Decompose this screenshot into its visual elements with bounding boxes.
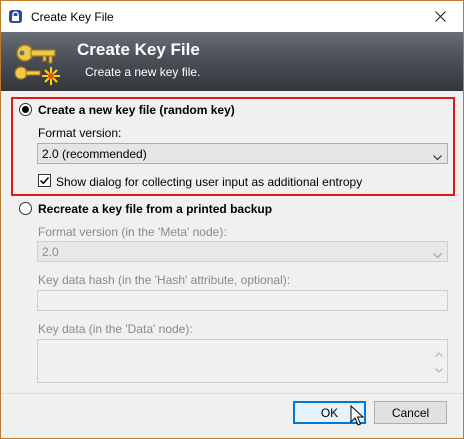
window-title: Create Key File [31,10,114,24]
meta-format-value: 2.0 [42,245,59,259]
close-icon [434,11,446,22]
chevron-down-icon [433,150,442,164]
format-version-select[interactable]: 2.0 (recommended) [37,143,448,164]
checkmark-icon [39,176,50,185]
banner-title: Create Key File [77,40,200,59]
meta-format-label: Format version (in the 'Meta' node): [38,225,227,239]
title-bar[interactable]: Create Key File [1,1,463,32]
hash-input[interactable] [37,290,448,311]
scroll-down-arrow-icon[interactable] [435,362,443,376]
close-button[interactable] [417,1,463,32]
entropy-checkbox[interactable] [38,174,51,187]
entropy-checkbox-label[interactable]: Show dialog for collecting user input as… [56,175,362,189]
meta-format-select[interactable]: 2.0 [37,241,448,262]
button-bar-separator [1,393,463,394]
cancel-button[interactable]: Cancel [374,401,447,424]
header-banner: Create Key File Create a new key file. [1,32,463,91]
chevron-down-icon [433,248,442,262]
new-key-radio[interactable] [19,103,32,116]
format-version-value: 2.0 (recommended) [42,147,147,161]
scroll-up-arrow-icon[interactable] [435,346,443,360]
key-data-textarea[interactable] [37,339,448,383]
format-version-label: Format version: [38,126,122,140]
key-new-icon [13,39,61,87]
keepass-lock-icon [8,9,23,24]
mouse-pointer-icon [350,404,365,430]
new-key-radio-label[interactable]: Create a new key file (random key) [38,103,235,117]
hash-label: Key data hash (in the 'Hash' attribute, … [38,273,291,287]
recreate-radio[interactable] [19,202,32,215]
create-key-file-dialog: Create Key File Create Key File Create a… [0,0,464,439]
banner-subtitle: Create a new key file. [85,65,201,79]
recreate-radio-label[interactable]: Recreate a key file from a printed backu… [38,202,272,216]
key-data-label: Key data (in the 'Data' node): [38,322,193,336]
